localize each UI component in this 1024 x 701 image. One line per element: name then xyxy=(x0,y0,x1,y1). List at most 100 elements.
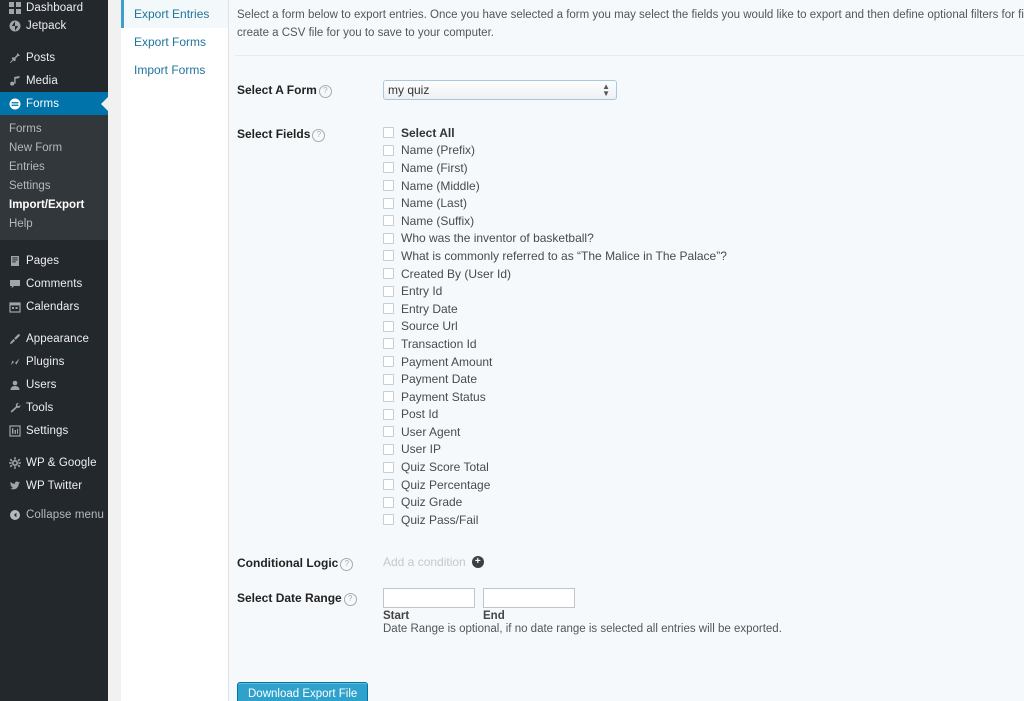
checkbox-entry-date[interactable] xyxy=(383,303,394,315)
checkbox-name-prefix[interactable] xyxy=(383,144,394,156)
sidebar-item-label: Plugins xyxy=(26,355,65,368)
checkbox-name-middle[interactable] xyxy=(383,180,394,192)
field-checkbox-row[interactable]: What is commonly referred to as “The Mal… xyxy=(383,247,1024,265)
sidebar-item-plugins[interactable]: Plugins xyxy=(0,350,108,373)
field-checkbox-row[interactable]: Payment Amount xyxy=(383,353,1024,371)
field-checkbox-row[interactable]: Entry Id xyxy=(383,282,1024,300)
checkbox-payment-date[interactable] xyxy=(383,373,394,385)
help-icon[interactable]: ? xyxy=(312,129,326,142)
sidebar-item-comments[interactable]: Comments xyxy=(0,272,108,295)
tab-export-entries[interactable]: Export Entries xyxy=(121,0,228,28)
checkbox-transaction-id[interactable] xyxy=(383,338,394,350)
plus-circle-icon[interactable]: + xyxy=(471,555,484,568)
tab-import-forms[interactable]: Import Forms xyxy=(121,56,228,84)
submenu-item-entries[interactable]: Entries xyxy=(0,158,108,177)
field-label: Name (Suffix) xyxy=(401,213,475,228)
field-label: User Agent xyxy=(401,424,461,439)
collapse-menu-button[interactable]: Collapse menu xyxy=(0,503,108,526)
sidebar-item-users[interactable]: Users xyxy=(0,373,108,396)
users-icon xyxy=(9,379,26,391)
export-form: Select A Form? my quiz ▲ ▼ Select Fields? xyxy=(229,80,1024,701)
checkbox-quiz-score-total[interactable] xyxy=(383,461,394,473)
date-end-input[interactable] xyxy=(483,587,575,608)
help-icon[interactable]: ? xyxy=(340,557,354,571)
date-start-label: Start xyxy=(383,609,410,622)
sidebar-item-label: Calendars xyxy=(26,300,80,313)
label-conditional-logic: Conditional Logic? xyxy=(237,553,383,571)
forms-submenu: Forms New Form Entries Settings Import/E… xyxy=(0,115,108,240)
field-checkbox-row[interactable]: Name (Last) xyxy=(383,194,1024,212)
submenu-item-new-form[interactable]: New Form xyxy=(0,139,108,158)
main-content: Select a form below to export entries. O… xyxy=(229,0,1024,701)
submenu-item-help[interactable]: Help xyxy=(0,215,108,234)
sidebar-item-calendars[interactable]: Calendars xyxy=(0,295,108,318)
field-checkbox-row[interactable]: Post Id xyxy=(383,406,1024,424)
field-checkbox-row[interactable]: Transaction Id xyxy=(383,335,1024,353)
checkbox-payment-amount[interactable] xyxy=(383,356,394,368)
field-checkbox-row[interactable]: Created By (User Id) xyxy=(383,265,1024,283)
sidebar-item-wp-twitter[interactable]: WP Twitter xyxy=(0,474,108,497)
sidebar-item-label: Dashboard xyxy=(26,2,84,14)
field-label: Transaction Id xyxy=(401,336,477,351)
field-checkbox-row[interactable]: Name (Middle) xyxy=(383,177,1024,195)
submenu-item-forms[interactable]: Forms xyxy=(0,120,108,139)
menu-separator xyxy=(0,442,108,451)
checkbox-created-by[interactable] xyxy=(383,268,394,280)
field-checkbox-row[interactable]: Quiz Pass/Fail xyxy=(383,511,1024,529)
checkbox-select-all[interactable] xyxy=(383,127,394,139)
help-icon[interactable]: ? xyxy=(343,592,357,606)
add-condition-control[interactable]: Add a condition + xyxy=(383,553,1024,569)
checkbox-question-inventor[interactable] xyxy=(383,232,394,244)
field-checkbox-row[interactable]: Select All xyxy=(383,124,1024,142)
checkbox-name-first[interactable] xyxy=(383,162,394,174)
checkbox-quiz-pass-fail[interactable] xyxy=(383,514,394,526)
checkbox-quiz-percentage[interactable] xyxy=(383,479,394,491)
field-checkbox-row[interactable]: Payment Date xyxy=(383,370,1024,388)
checkbox-name-last[interactable] xyxy=(383,197,394,209)
field-checkbox-row[interactable]: Who was the inventor of basketball? xyxy=(383,230,1024,248)
sidebar-item-posts[interactable]: Posts xyxy=(0,46,108,69)
checkbox-payment-status[interactable] xyxy=(383,391,394,403)
field-checkbox-row[interactable]: Entry Date xyxy=(383,300,1024,318)
sidebar-item-forms[interactable]: Forms xyxy=(0,92,108,115)
checkbox-source-url[interactable] xyxy=(383,320,394,332)
sidebar-item-appearance[interactable]: Appearance xyxy=(0,327,108,350)
field-checkbox-row[interactable]: Payment Status xyxy=(383,388,1024,406)
date-start-input[interactable] xyxy=(383,587,475,608)
sidebar-item-jetpack[interactable]: Jetpack xyxy=(0,14,108,37)
tools-icon xyxy=(9,402,26,414)
date-inputs: Start End xyxy=(383,587,1024,622)
admin-sidebar: Dashboard Jetpack Posts Media Forms Form… xyxy=(0,0,108,701)
field-checkbox-row[interactable]: Quiz Grade xyxy=(383,493,1024,511)
checkbox-entry-id[interactable] xyxy=(383,285,394,297)
sidebar-item-wp-and-google[interactable]: WP & Google xyxy=(0,451,108,474)
checkbox-post-id[interactable] xyxy=(383,408,394,420)
submenu-item-settings[interactable]: Settings xyxy=(0,177,108,196)
checkbox-user-ip[interactable] xyxy=(383,443,394,455)
field-checkbox-row[interactable]: Name (First) xyxy=(383,159,1024,177)
field-checkbox-row[interactable]: User IP xyxy=(383,441,1024,459)
field-label: Quiz Score Total xyxy=(401,460,489,475)
field-checkbox-row[interactable]: Quiz Score Total xyxy=(383,458,1024,476)
checkbox-quiz-grade[interactable] xyxy=(383,496,394,508)
submenu-item-import-export[interactable]: Import/Export xyxy=(0,196,108,215)
pin-icon xyxy=(9,52,26,64)
field-checkbox-row[interactable]: Name (Suffix) xyxy=(383,212,1024,230)
field-checkbox-row[interactable]: Quiz Percentage xyxy=(383,476,1024,494)
sidebar-item-dashboard[interactable]: Dashboard xyxy=(0,0,108,14)
tab-export-forms[interactable]: Export Forms xyxy=(121,28,228,56)
download-export-file-button[interactable]: Download Export File xyxy=(237,681,369,701)
checkbox-question-malice[interactable] xyxy=(383,250,394,262)
field-checkbox-row[interactable]: Name (Prefix) xyxy=(383,142,1024,160)
sidebar-item-media[interactable]: Media xyxy=(0,69,108,92)
checkbox-user-agent[interactable] xyxy=(383,426,394,438)
field-checkbox-row[interactable]: User Agent xyxy=(383,423,1024,441)
sidebar-item-tools[interactable]: Tools xyxy=(0,396,108,419)
sidebar-item-pages[interactable]: Pages xyxy=(0,249,108,272)
sidebar-item-label: Appearance xyxy=(26,332,90,345)
field-checkbox-row[interactable]: Source Url xyxy=(383,318,1024,336)
checkbox-name-suffix[interactable] xyxy=(383,215,394,227)
form-select[interactable]: my quiz xyxy=(383,80,617,100)
help-icon[interactable]: ? xyxy=(318,85,332,98)
sidebar-item-settings[interactable]: Settings xyxy=(0,419,108,442)
